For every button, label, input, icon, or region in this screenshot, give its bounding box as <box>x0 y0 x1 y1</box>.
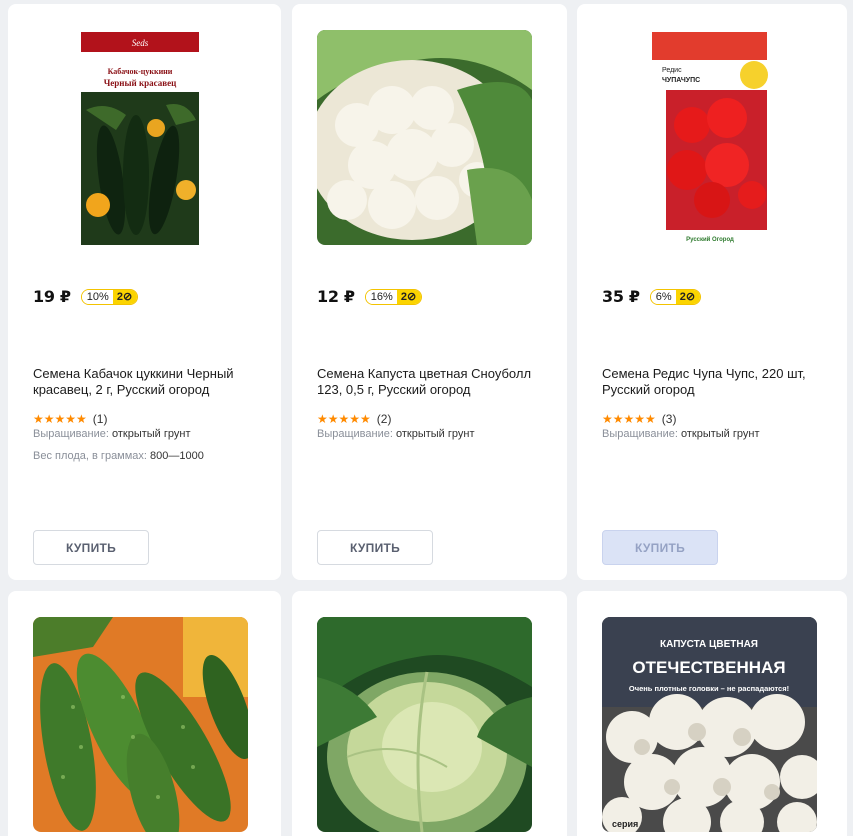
price-row: 35 ₽ 6% 2 ⊘ <box>602 287 702 306</box>
cabbage-image <box>317 617 532 832</box>
svg-text:Очень плотные головки – не рас: Очень плотные головки – не распадаются! <box>629 684 789 693</box>
buy-button[interactable]: КУПИТЬ <box>33 530 149 565</box>
star-rating-icons: ★★★★★ <box>317 412 371 426</box>
rating[interactable]: ★★★★★ (2) <box>317 412 391 426</box>
cucumbers-image <box>33 617 248 832</box>
product-image[interactable]: Редис ЧУПАЧУПС Русский Огород <box>632 30 792 245</box>
svg-text:Редис: Редис <box>662 67 682 74</box>
svg-text:серия: серия <box>612 819 638 829</box>
product-image[interactable]: КАПУСТА ЦВЕТНАЯ ОТЕЧЕСТВЕННАЯ Очень плот… <box>602 617 817 832</box>
review-count: (1) <box>92 412 108 426</box>
radish-seed-pack-image: Редис ЧУПАЧУПС Русский Огород <box>632 30 792 245</box>
property-fruit-weight: Вес плода, в граммах: 800—1000 <box>33 450 204 462</box>
zucchini-seed-pack-image: Кабачок-цуккини Черный красавец Seds <box>36 30 236 245</box>
product-title[interactable]: Семена Редис Чупа Чупс, 220 шт, Русский … <box>602 366 827 398</box>
svg-text:ЧУПАЧУПС: ЧУПАЧУПС <box>662 77 700 84</box>
product-card[interactable]: КАПУСТА ЦВЕТНАЯ ОТЕЧЕСТВЕННАЯ Очень плот… <box>577 591 847 836</box>
discount-badge: 16% 2 ⊘ <box>364 288 423 305</box>
property-growing: Выращивание: открытый грунт <box>602 428 760 440</box>
price: 12 ₽ <box>317 287 355 306</box>
bonus-coin-icon: ⊘ <box>685 291 696 303</box>
discount-badge: 6% 2 ⊘ <box>649 288 702 305</box>
product-card[interactable]: Редис ЧУПАЧУПС Русский Огород 35 ₽ 6% 2 ⊘… <box>577 4 847 580</box>
price-row: 19 ₽ 10% 2 ⊘ <box>33 287 139 306</box>
product-title[interactable]: Семена Кабачок цуккини Черный красавец, … <box>33 366 258 398</box>
discount-percent: 16% <box>365 289 397 304</box>
product-image[interactable] <box>317 30 532 245</box>
product-image[interactable] <box>33 617 248 832</box>
star-rating-icons: ★★★★★ <box>602 412 656 426</box>
price: 35 ₽ <box>602 287 640 306</box>
cauliflower-image <box>317 30 532 245</box>
product-title[interactable]: Семена Капуста цветная Сноуболл 123, 0,5… <box>317 366 542 398</box>
svg-text:Seds: Seds <box>132 38 149 48</box>
review-count: (3) <box>661 412 677 426</box>
buy-button[interactable]: КУПИТЬ <box>317 530 433 565</box>
discount-badge: 10% 2 ⊘ <box>80 288 139 305</box>
cauliflower-seed-pack-image: КАПУСТА ЦВЕТНАЯ ОТЕЧЕСТВЕННАЯ Очень плот… <box>602 617 817 832</box>
review-count: (2) <box>376 412 392 426</box>
buy-button[interactable]: КУПИТЬ <box>602 530 718 565</box>
product-image[interactable]: Кабачок-цуккини Черный красавец Seds <box>36 30 236 245</box>
price-row: 12 ₽ 16% 2 ⊘ <box>317 287 423 306</box>
svg-text:КАПУСТА ЦВЕТНАЯ: КАПУСТА ЦВЕТНАЯ <box>660 639 758 650</box>
rating[interactable]: ★★★★★ (1) <box>33 412 107 426</box>
property-growing: Выращивание: открытый грунт <box>33 428 191 440</box>
product-card[interactable] <box>8 591 281 836</box>
svg-text:Русский Огород: Русский Огород <box>686 236 734 243</box>
product-card[interactable] <box>292 591 567 836</box>
product-image[interactable] <box>317 617 532 832</box>
bonus-value: 2 ⊘ <box>112 289 138 304</box>
svg-text:ОТЕЧЕСТВЕННАЯ: ОТЕЧЕСТВЕННАЯ <box>632 658 785 677</box>
discount-percent: 10% <box>81 289 113 304</box>
product-card[interactable]: 12 ₽ 16% 2 ⊘ Семена Капуста цветная Сноуб… <box>292 4 567 580</box>
svg-text:Черный красавец: Черный красавец <box>104 78 177 88</box>
property-growing: Выращивание: открытый грунт <box>317 428 475 440</box>
bonus-value: 2 ⊘ <box>396 289 422 304</box>
star-rating-icons: ★★★★★ <box>33 412 87 426</box>
product-card[interactable]: Кабачок-цуккини Черный красавец Seds 19 … <box>8 4 281 580</box>
bonus-coin-icon: ⊘ <box>406 291 417 303</box>
rating[interactable]: ★★★★★ (3) <box>602 412 676 426</box>
discount-percent: 6% <box>650 289 676 304</box>
svg-text:Кабачок-цуккини: Кабачок-цуккини <box>108 67 173 76</box>
bonus-coin-icon: ⊘ <box>122 291 133 303</box>
bonus-value: 2 ⊘ <box>675 289 701 304</box>
price: 19 ₽ <box>33 287 71 306</box>
